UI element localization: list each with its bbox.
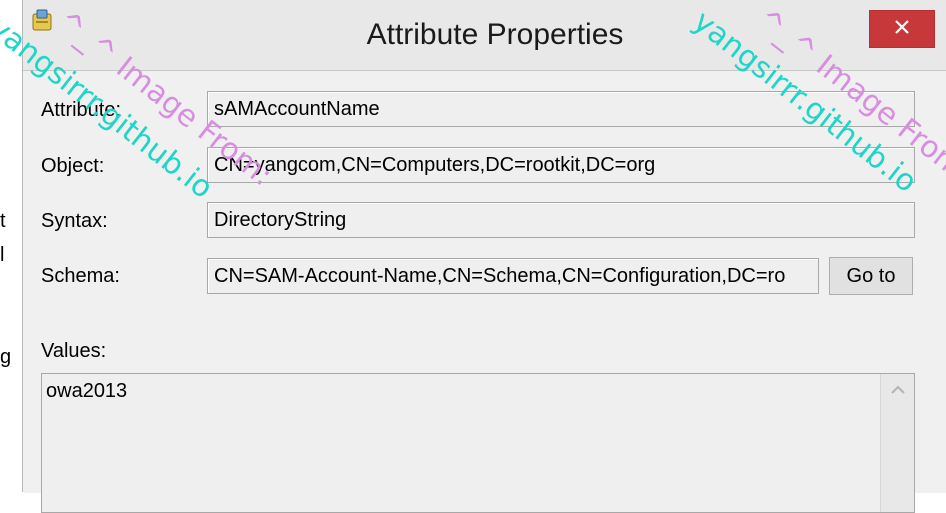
attribute-field[interactable]: sAMAccountName [207, 91, 915, 127]
close-button[interactable] [869, 10, 935, 48]
chevron-up-icon [890, 382, 906, 400]
object-field[interactable]: CN=yangcom,CN=Computers,DC=rootkit,DC=or… [207, 147, 915, 183]
values-label: Values: [41, 340, 107, 362]
syntax-label: Syntax: [41, 210, 108, 232]
attribute-properties-dialog: Attribute Properties Attribute: sAMAccou… [22, 0, 946, 513]
values-scrollbar[interactable] [880, 374, 914, 512]
go-to-button[interactable]: Go to [829, 257, 913, 295]
background-text-fragment: t [0, 210, 6, 232]
schema-field[interactable]: CN=SAM-Account-Name,CN=Schema,CN=Configu… [207, 258, 819, 294]
title-bar[interactable]: Attribute Properties [23, 0, 946, 68]
window-title: Attribute Properties [366, 18, 624, 51]
values-list[interactable]: owa2013 [41, 373, 915, 513]
close-icon [894, 19, 910, 40]
background-text-fragment: g [0, 346, 12, 368]
syntax-field[interactable]: DirectoryString [207, 202, 915, 238]
properties-panel: Attribute: sAMAccountName Object: CN=yan… [23, 70, 946, 513]
attribute-label: Attribute: [41, 99, 122, 121]
background-text-fragment: l [0, 244, 5, 266]
background-window: t l g [0, 0, 22, 492]
object-label: Object: [41, 155, 105, 177]
scroll-up-button[interactable] [881, 374, 914, 408]
schema-label: Schema: [41, 265, 120, 287]
list-item[interactable]: owa2013 [46, 380, 127, 403]
